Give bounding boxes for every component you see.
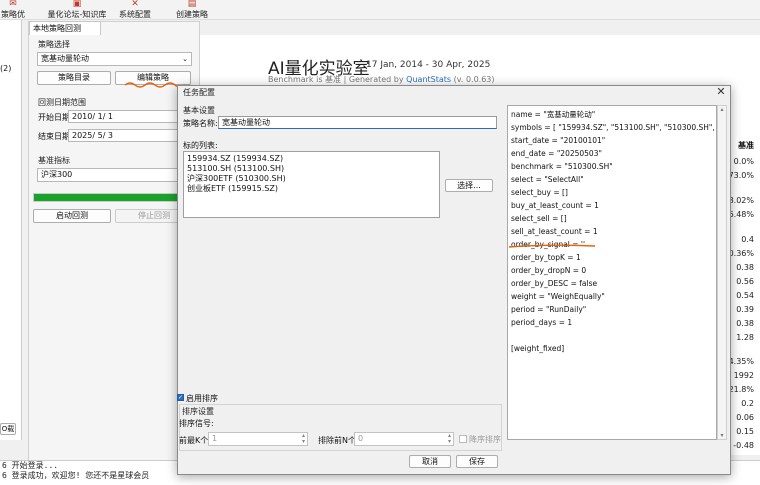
mail-icon: ✉ [9, 0, 17, 9]
benchmark-select[interactable]: 沪深300 [37, 168, 192, 182]
progress-bar [33, 193, 193, 202]
toolbar-button-strategy-optimize[interactable]: ✉ 策略优选 [0, 0, 26, 30]
tab-local-backtest[interactable]: 本地策略回测 [29, 21, 101, 35]
dropn-spinbox[interactable]: 0 ▴ ▾ [354, 432, 454, 446]
cancel-button[interactable]: 取消 [409, 455, 451, 468]
list-item[interactable]: 沪深300ETF (510300.SH) [187, 174, 436, 184]
dropn-value: 0 [358, 434, 364, 443]
progress-bar-fill [34, 194, 192, 201]
symbol-list-label: 标的列表: [183, 141, 218, 150]
start-backtest-button[interactable]: 启动回测 [33, 209, 111, 223]
toolbar-button-create-strategy[interactable]: ▤ 创建策略 [172, 0, 212, 20]
left-strip-text: (2) [0, 64, 12, 73]
document-icon: ▤ [187, 0, 197, 9]
spin-arrows-icon[interactable]: ▴ ▾ [448, 433, 451, 445]
date-group-label: 回测日期范围 [38, 98, 86, 107]
list-item[interactable]: 159934.SZ (159934.SZ) [187, 154, 436, 164]
close-icon[interactable]: ✕ [713, 85, 729, 99]
scroll-up-icon[interactable]: ▴ [718, 106, 726, 113]
close-x-icon: ✕ [131, 0, 139, 9]
end-date-value: 2025/ 5/ 3 [72, 131, 114, 140]
dropn-label: 排除前N个: [318, 436, 359, 445]
report-date-range: 17 Jan, 2014 - 30 Apr, 2025 [366, 60, 491, 70]
topk-value: 1 [212, 434, 218, 443]
end-date-input[interactable]: 2025/ 5/ 3 [68, 129, 191, 142]
checkmark-icon[interactable]: ✓ [177, 394, 184, 401]
benchmark-group-label: 基准指标 [38, 156, 70, 165]
left-strip [0, 20, 22, 440]
report-subtitle-suffix: (v. 0.0.63) [451, 75, 495, 84]
sort-settings-label: 排序设置 [182, 407, 214, 416]
strategy-catalog-button[interactable]: 策略目录 [37, 71, 111, 85]
save-button[interactable]: 保存 [456, 455, 498, 468]
desc-sort-checkbox[interactable] [459, 435, 467, 443]
basic-settings-label: 基本设置 [183, 106, 215, 115]
dialog-title: 任务配置 [183, 88, 215, 97]
select-symbols-button[interactable]: 选择... [445, 179, 493, 192]
desc-sort-label: 降序排序 [469, 435, 501, 444]
strategy-name-value: 宽基动量轮动 [222, 118, 270, 127]
toolbar-label: 系统配置 [119, 10, 151, 19]
report-column-header: 基准 [738, 141, 754, 150]
strategy-select-value: 宽基动量轮动 [41, 54, 89, 63]
list-item[interactable]: 创业板ETF (159915.SZ) [187, 184, 436, 194]
strategy-name-input[interactable]: 宽基动量轮动 [218, 116, 497, 129]
forum-icon: ▣ [72, 0, 82, 9]
report-subtitle: Benchmark is 基准 | Generated by QuantStat… [268, 74, 495, 85]
toolbar [0, 0, 760, 20]
benchmark-select-value: 沪深300 [41, 170, 73, 179]
scroll-down-icon[interactable]: ▾ [718, 432, 726, 439]
start-date-value: 2010/ 1/ 1 [72, 112, 114, 121]
annotation-underline [508, 241, 596, 248]
spin-arrows-icon[interactable]: ▴ ▾ [302, 433, 305, 445]
strategy-name-label: 策略名称: [183, 119, 218, 128]
code-scrollbar[interactable]: ▴ ▾ [717, 105, 727, 440]
strategy-group-label: 策略选择 [38, 40, 70, 49]
toolbar-button-forum[interactable]: ▣ 量化论坛-知识库 [46, 0, 108, 20]
config-code-editor[interactable]: name = "宽基动量轮动" symbols = [ "159934.SZ",… [507, 105, 717, 440]
report-subtitle-prefix: Benchmark is 基准 | Generated by [268, 75, 407, 84]
toolbar-label: 量化论坛-知识库 [47, 10, 107, 19]
strategy-select[interactable]: 宽基动量轮动 ⌄ [37, 52, 192, 66]
start-date-input[interactable]: 2010/ 1/ 1 [68, 110, 191, 123]
left-strip-button[interactable]: O载 [0, 423, 16, 435]
sort-signal-label: 排序信号: [179, 419, 214, 428]
toolbar-label: 创建策略 [176, 10, 208, 19]
chevron-down-icon: ⌄ [182, 55, 188, 63]
toolbar-button-settings[interactable]: ✕ 系统配置 [116, 0, 154, 20]
list-item[interactable]: 513100.SH (513100.SH) [187, 164, 436, 174]
quantstats-link[interactable]: QuantStats [406, 75, 451, 84]
symbol-listbox[interactable]: 159934.SZ (159934.SZ) 513100.SH (513100.… [183, 151, 440, 218]
enable-sort-label: 启用排序 [186, 394, 218, 403]
topk-spinbox[interactable]: 1 ▴ ▾ [208, 432, 308, 446]
topk-label: 前最K个: [179, 436, 211, 445]
